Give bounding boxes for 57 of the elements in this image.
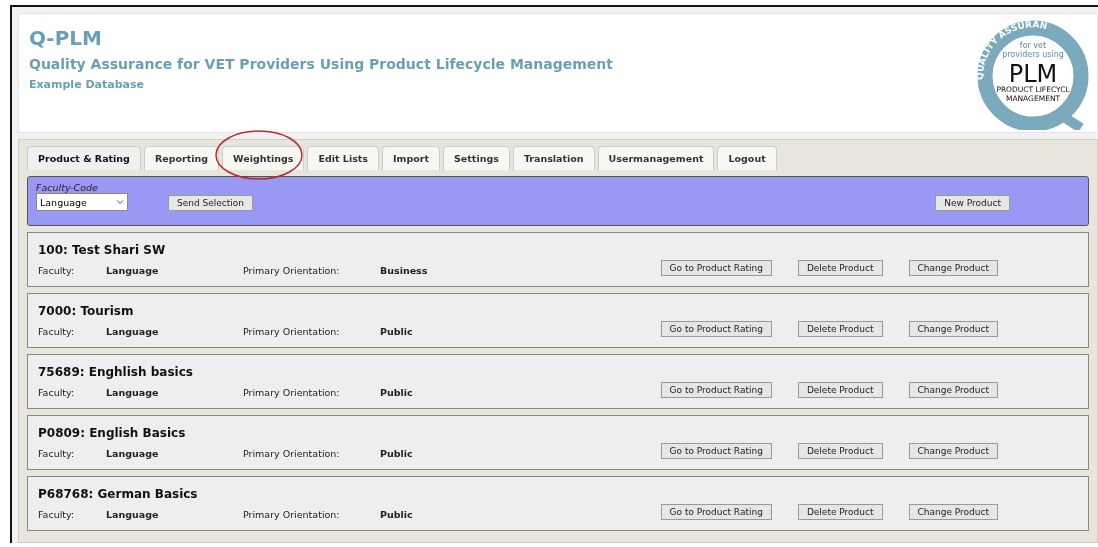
product-action-button[interactable]: Go to Product Rating: [660, 259, 772, 276]
tab[interactable]: Usermanagement: [597, 146, 715, 170]
field-label: Faculty-Code: [36, 182, 99, 193]
product-title: 7000: Tourism: [38, 304, 135, 318]
field-label: Primary Orientation:: [243, 448, 341, 459]
field-label: Faculty:: [38, 509, 76, 520]
field-value: Public: [380, 448, 414, 459]
product-action-button[interactable]: Change Product: [908, 259, 998, 276]
product-title: P0809: English Basics: [38, 426, 187, 440]
tab[interactable]: Settings: [443, 146, 510, 170]
field-value: Public: [380, 387, 414, 398]
field-value: Language: [106, 326, 160, 337]
product-action-button[interactable]: Go to Product Rating: [660, 320, 772, 337]
product-action-button[interactable]: Delete Product: [797, 320, 883, 337]
tab[interactable]: Reporting: [143, 146, 220, 170]
tab[interactable]: Translation: [512, 146, 595, 170]
field-value: Language: [106, 448, 160, 459]
field-label: Primary Orientation:: [243, 326, 341, 337]
tab[interactable]: Logout: [717, 146, 777, 170]
new-product-button[interactable]: New Product: [935, 195, 1010, 211]
product-action-button[interactable]: Change Product: [908, 320, 998, 337]
field-value: Language: [106, 387, 160, 398]
tab[interactable]: Import: [382, 146, 441, 170]
field-value: Language: [106, 265, 160, 276]
product-title: P68768: German Basics: [38, 487, 199, 501]
product-action-button[interactable]: Delete Product: [797, 503, 883, 520]
product-action-button[interactable]: Change Product: [908, 442, 998, 459]
field-label: Faculty:: [38, 265, 76, 276]
product-action-button[interactable]: Go to Product Rating: [660, 381, 772, 398]
tab[interactable]: Product & Rating: [27, 146, 141, 170]
faculty-dropdown[interactable]: Language: [36, 193, 128, 211]
product-title: 75689: Enghlish basics: [38, 365, 194, 379]
app-title: Q-PLM: [29, 26, 103, 50]
field-label: Faculty:: [38, 326, 76, 337]
field-value: Public: [380, 509, 414, 520]
field-label: Primary Orientation:: [243, 387, 341, 398]
field-label: Faculty:: [38, 387, 76, 398]
field-value: Business: [380, 265, 429, 276]
product-title: 100: Test Shari SW: [38, 243, 167, 257]
field-value: Language: [106, 509, 160, 520]
field-label: Faculty:: [38, 448, 76, 459]
database-name: Example Database: [29, 78, 145, 91]
product-action-button[interactable]: Change Product: [908, 381, 998, 398]
chevron-down-icon: [116, 198, 124, 206]
product-action-button[interactable]: Delete Product: [797, 259, 883, 276]
field-value: Public: [380, 326, 414, 337]
field-label: Primary Orientation:: [243, 265, 341, 276]
product-action-button[interactable]: Go to Product Rating: [660, 442, 772, 459]
tab[interactable]: Edit Lists: [307, 146, 380, 170]
tab[interactable]: Weightings: [222, 146, 305, 170]
product-action-button[interactable]: Delete Product: [797, 381, 883, 398]
product-action-button[interactable]: Delete Product: [797, 442, 883, 459]
send-selection-button[interactable]: Send Selection: [168, 195, 253, 211]
product-action-button[interactable]: Change Product: [908, 503, 998, 520]
field-label: Primary Orientation:: [243, 509, 341, 520]
app-subtitle: Quality Assurance for VET Providers Using Product Lifecycle Management: [29, 56, 613, 72]
product-action-button[interactable]: Go to Product Rating: [660, 503, 772, 520]
